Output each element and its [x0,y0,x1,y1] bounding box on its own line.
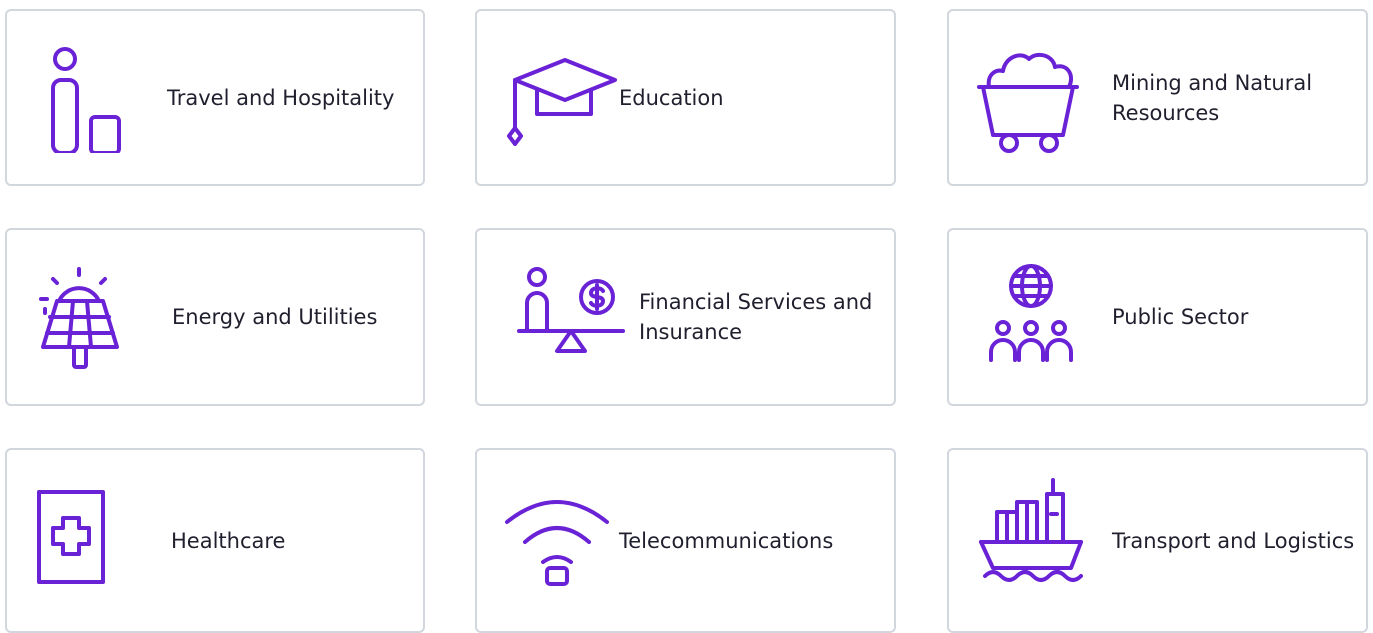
industry-card-education[interactable]: Education [475,9,896,186]
industry-card-financial-services-insurance[interactable]: Financial Services and Insurance [475,228,896,406]
graduation-cap-icon [503,58,623,146]
traveler-luggage-icon [35,45,131,153]
person-balance-dollar-icon [515,267,625,357]
industry-label: Mining and Natural Resources [1112,70,1313,125]
industry-label: Education [619,85,724,110]
industry-label: Energy and Utilities [172,305,378,329]
industry-card-transport-logistics[interactable]: Transport and Logistics [947,448,1368,633]
industry-label: Transport and Logistics [1112,528,1355,553]
industry-label: Telecommunications [619,528,834,553]
industry-card-healthcare[interactable]: Healthcare [5,448,425,633]
industry-label: Travel and Hospitality [167,85,395,110]
industry-card-travel-hospitality[interactable]: Travel and Hospitality [5,9,425,186]
industry-label: Healthcare [171,528,286,553]
cargo-ship-icon [977,478,1085,588]
wifi-signal-icon [503,490,615,590]
medical-cross-icon [35,488,107,586]
industry-card-energy-utilities[interactable]: Energy and Utilities [5,228,425,406]
industry-card-telecommunications[interactable]: Telecommunications [475,448,896,633]
mine-cart-icon [973,45,1083,153]
industry-label: Public Sector [1112,305,1249,329]
industry-card-mining-natural-resources[interactable]: Mining and Natural Resources [947,9,1368,186]
industry-card-public-sector[interactable]: Public Sector [947,228,1368,406]
solar-panel-icon [33,267,121,371]
industry-label: Financial Services and Insurance [639,290,873,344]
globe-people-icon [987,262,1075,370]
